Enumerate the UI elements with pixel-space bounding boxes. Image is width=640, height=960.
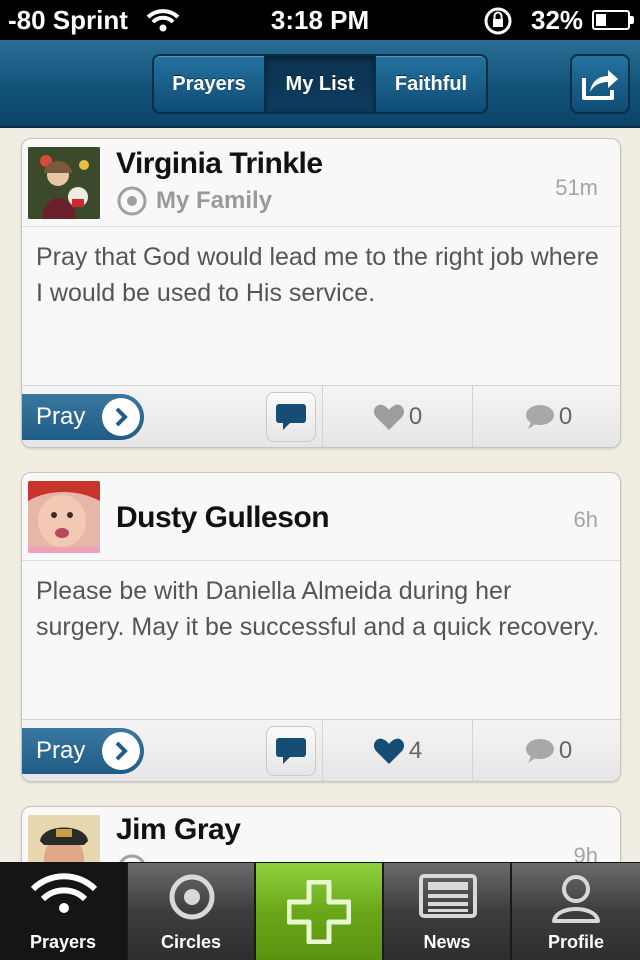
post-time: 6h	[573, 507, 598, 532]
pray-button[interactable]: Pray	[22, 394, 144, 440]
prayer-card: Virginia Trinkle My Family 51m Pray that…	[21, 138, 621, 448]
heart-icon	[373, 404, 404, 430]
likes-value: 4	[408, 737, 423, 764]
circle-name: My Family	[156, 187, 273, 214]
share-button[interactable]	[570, 54, 630, 114]
tab-prayers-bottom[interactable]: Prayers	[0, 863, 128, 960]
author-name[interactable]: Dusty Gulleson	[116, 501, 330, 535]
comments-count[interactable]: 0	[472, 386, 620, 447]
avatar[interactable]	[28, 147, 100, 219]
prayer-card: Dusty Gulleson 6h Please be with Daniell…	[21, 472, 621, 782]
add-comment-button[interactable]	[266, 726, 316, 776]
tab-label: Profile	[547, 932, 604, 952]
likes-count[interactable]: 0	[322, 386, 472, 447]
newspaper-icon	[384, 873, 512, 919]
plus-icon	[287, 880, 351, 944]
comments-count[interactable]: 0	[472, 720, 620, 781]
card-actions: Pray 0 0	[22, 385, 620, 447]
circle-target-icon	[128, 873, 256, 921]
author-name[interactable]: Jim Gray	[116, 813, 241, 847]
share-icon	[582, 70, 618, 100]
feed-segmented-control: Prayers My List Faithful	[152, 54, 488, 114]
battery-icon	[592, 10, 634, 30]
avatar[interactable]	[28, 481, 100, 553]
post-time: 51m	[555, 175, 598, 200]
tab-my-list[interactable]: My List	[265, 56, 376, 112]
author-name[interactable]: Virginia Trinkle	[116, 147, 323, 181]
tab-label: News	[423, 932, 471, 952]
battery-percent: 32%	[531, 5, 584, 35]
tab-faithful[interactable]: Faithful	[376, 56, 486, 112]
chevron-right-icon	[102, 398, 140, 436]
pray-button[interactable]: Pray	[22, 728, 144, 774]
likes-count[interactable]: 4	[322, 720, 472, 781]
speech-bubble-icon	[276, 738, 306, 764]
add-comment-button[interactable]	[266, 392, 316, 442]
person-icon	[512, 873, 640, 923]
speech-bubble-icon	[276, 404, 306, 430]
broadcast-icon	[0, 873, 128, 913]
card-header: Virginia Trinkle My Family 51m	[22, 139, 620, 227]
comments-value: 0	[558, 403, 573, 430]
status-bar: -80 Sprint 3:18 PM 32%	[0, 0, 640, 40]
tab-label: Circles	[160, 932, 222, 952]
comments-value: 0	[558, 737, 573, 764]
likes-value: 0	[408, 403, 423, 430]
pray-label: Pray	[36, 403, 86, 430]
tab-circles[interactable]: Circles	[128, 863, 256, 960]
prayer-text: Please be with Daniella Almeida during h…	[36, 577, 600, 641]
prayer-text: Pray that God would lead me to the right…	[36, 243, 599, 307]
nav-bar: Prayers My List Faithful	[0, 40, 640, 128]
circle-target-icon	[117, 186, 147, 216]
tab-news[interactable]: News	[384, 863, 512, 960]
circle-tag[interactable]: My Family	[116, 185, 272, 217]
tab-prayers[interactable]: Prayers	[154, 56, 265, 112]
comment-bubble-icon	[525, 405, 554, 429]
tab-profile[interactable]: Profile	[512, 863, 640, 960]
card-header: Dusty Gulleson 6h	[22, 473, 620, 561]
pray-label: Pray	[36, 737, 86, 764]
tab-label: Prayers	[29, 932, 97, 952]
heart-icon	[373, 738, 404, 764]
add-prayer-button[interactable]	[256, 863, 384, 960]
rotation-lock-icon	[482, 6, 514, 43]
comment-bubble-icon	[525, 739, 554, 763]
card-actions: Pray 4 0	[22, 719, 620, 781]
tab-bar: Prayers Circles News Profile	[0, 862, 640, 960]
chevron-right-icon	[102, 732, 140, 770]
